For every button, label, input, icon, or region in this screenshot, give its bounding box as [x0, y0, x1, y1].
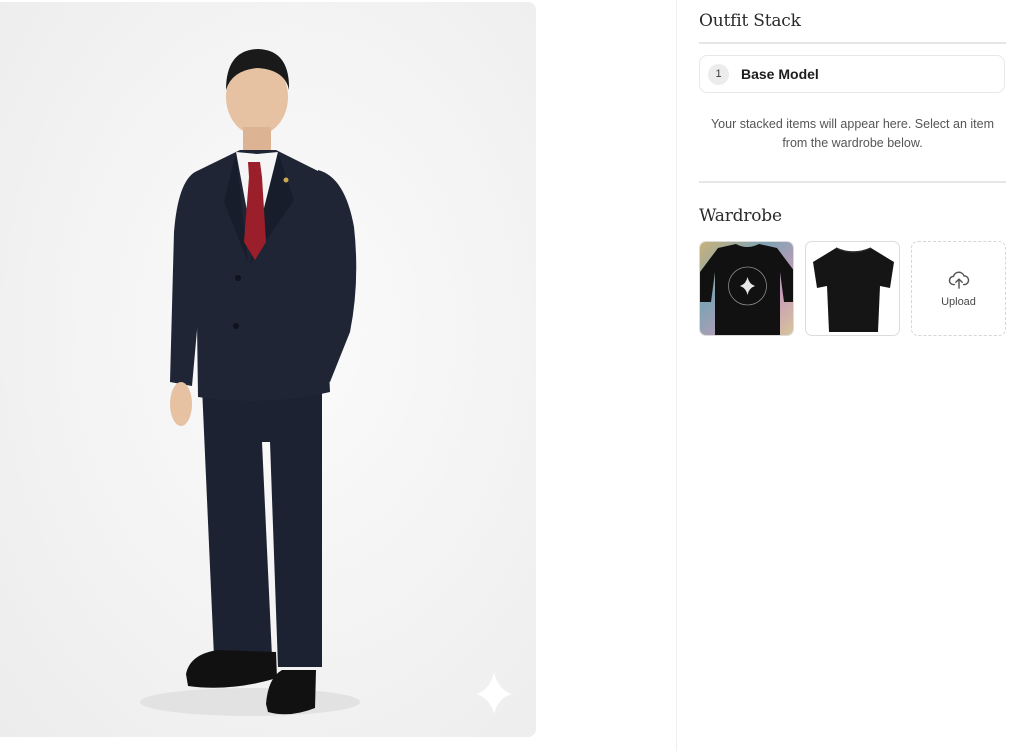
black-tee-image	[813, 247, 894, 332]
section-divider	[699, 181, 1006, 183]
model-photo	[140, 49, 360, 716]
cloud-upload-icon	[948, 271, 969, 289]
sparkle-icon	[476, 672, 512, 714]
long-sleeve-tee-image	[700, 242, 793, 335]
wardrobe-item-graphic-tee[interactable]	[699, 241, 794, 336]
stack-empty-message: Your stacked items will appear here. Sel…	[710, 117, 994, 150]
outfit-panel: Outfit Stack 1 Base Model Your stacked i…	[699, 0, 1006, 751]
section-divider	[699, 42, 1006, 44]
outfit-stack-title: Outfit Stack	[699, 11, 801, 31]
stack-item-base-model[interactable]: 1 Base Model	[699, 55, 1005, 93]
wardrobe-title: Wardrobe	[699, 206, 782, 226]
upload-button[interactable]: Upload	[911, 241, 1006, 336]
wardrobe-item-black-tee[interactable]	[805, 241, 900, 336]
panel-divider	[676, 0, 677, 751]
upload-label: Upload	[941, 295, 976, 308]
model-canvas	[0, 2, 536, 737]
stack-item-label: Base Model	[741, 66, 819, 82]
stack-item-index: 1	[708, 63, 729, 85]
